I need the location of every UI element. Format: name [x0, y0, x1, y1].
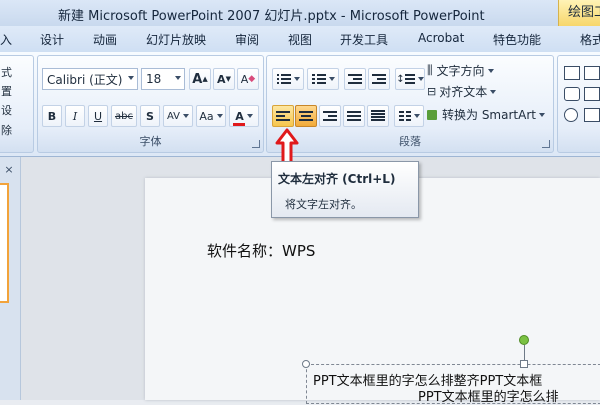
spacing-label: AV — [166, 110, 181, 122]
settings-button[interactable]: 设 — [1, 102, 12, 118]
increase-indent-icon[interactable] — [368, 68, 390, 90]
align-text-icon: ⊟ — [427, 85, 437, 98]
chevron-down-icon — [246, 114, 253, 118]
font-group-label: 字体 — [139, 135, 162, 148]
paragraph-group-label: 段落 — [399, 135, 421, 148]
tab-acrobat[interactable]: Acrobat — [418, 31, 464, 45]
smartart-icon — [427, 109, 437, 120]
close-icon[interactable]: × — [0, 163, 18, 176]
font-color-button[interactable]: A — [229, 105, 259, 127]
align-center-icon[interactable] — [295, 105, 317, 127]
tab-slideshow[interactable]: 幻灯片放映 — [146, 31, 206, 48]
chevron-down-icon — [175, 76, 181, 80]
font-color-bar — [233, 122, 246, 126]
strikethrough-button[interactable]: abc — [111, 105, 137, 127]
resize-handle-corner[interactable] — [302, 360, 310, 368]
font-size-dropdown[interactable]: 18 — [141, 68, 185, 90]
clear-format-label: A — [240, 72, 249, 86]
shrink-font-label: A — [217, 72, 226, 86]
align-text-label: 对齐文本 — [439, 85, 488, 99]
grow-font-label: A — [192, 71, 203, 87]
shapes-icon[interactable] — [564, 87, 580, 101]
tab-review[interactable]: 审阅 — [235, 31, 259, 48]
tab-format[interactable]: 格式 — [580, 31, 600, 48]
window-title: 新建 Microsoft PowerPoint 2007 幻灯片.pptx - … — [58, 9, 485, 24]
numbering-icon[interactable] — [307, 68, 339, 90]
tab-developer[interactable]: 开发工具 — [340, 31, 388, 48]
tab-insert[interactable]: 入 — [0, 31, 12, 48]
tab-design[interactable]: 设计 — [40, 31, 64, 48]
font-group: Calibri (正文) 18 A ▲ A ▼ A ◆ B I U abc S AV … — [37, 55, 264, 153]
layout-button[interactable]: 式 — [1, 64, 12, 80]
tooltip-description: 将文字左对齐。 — [285, 198, 362, 211]
clear-format-icon[interactable]: A ◆ — [237, 68, 259, 90]
font-name-value: Calibri (正文) — [47, 72, 123, 87]
ribbon: 式 置 设 除 Calibri (正文) 18 A ▲ A ▼ A ◆ B I U a… — [0, 52, 600, 157]
paragraph-group: ↕ ⫼ 文字方向 ⊟ 对齐文本 转换为 SmartArt 段落 — [266, 55, 554, 153]
chevron-down-icon — [216, 114, 223, 118]
columns-icon[interactable] — [394, 105, 424, 127]
distributed-icon[interactable] — [367, 105, 389, 127]
chevron-down-icon — [128, 76, 134, 80]
change-case-button[interactable]: Aa — [196, 105, 226, 127]
underline-button[interactable]: U — [88, 105, 108, 127]
slides-group: 式 置 设 除 — [0, 55, 34, 153]
tab-special-features[interactable]: 特色功能 — [493, 31, 541, 48]
grow-font-icon[interactable]: A ▲ — [189, 68, 211, 90]
dialog-launcher-icon[interactable] — [542, 140, 550, 148]
shapes-icon[interactable] — [584, 87, 600, 101]
textbox-line-2: PPT文本框里的字怎么排 — [418, 390, 559, 405]
delete-button[interactable]: 除 — [1, 122, 12, 138]
resize-handle-top[interactable] — [520, 360, 528, 368]
shapes-icon[interactable] — [584, 66, 600, 80]
chevron-down-icon — [183, 114, 190, 118]
text-direction-icon: ⫼ — [427, 63, 433, 77]
shadow-button[interactable]: S — [140, 105, 160, 127]
change-case-label: Aa — [199, 109, 214, 123]
drawing-tools-context-tab[interactable]: 绘图工 — [558, 0, 600, 26]
shapes-icon[interactable] — [564, 108, 578, 122]
shrink-font-icon[interactable]: A ▼ — [213, 68, 235, 90]
slide-text-software-name[interactable]: 软件名称：WPS — [207, 240, 315, 261]
tab-view[interactable]: 视图 — [288, 31, 312, 48]
slide-thumbnail[interactable] — [0, 183, 9, 303]
font-name-dropdown[interactable]: Calibri (正文) — [42, 68, 138, 90]
font-color-label: A — [235, 109, 244, 123]
italic-button[interactable]: I — [65, 105, 85, 127]
text-direction-label: 文字方向 — [436, 64, 485, 78]
bullets-icon[interactable] — [272, 68, 304, 90]
align-right-icon[interactable] — [319, 105, 341, 127]
align-text-button[interactable]: ⊟ 对齐文本 — [427, 83, 497, 100]
bold-button[interactable]: B — [42, 105, 62, 127]
ribbon-tab-bar: 入 设计 动画 幻灯片放映 审阅 视图 开发工具 Acrobat 特色功能 格式 — [0, 26, 600, 53]
rotate-handle-icon[interactable] — [519, 335, 529, 345]
justify-icon[interactable] — [343, 105, 365, 127]
tab-animations[interactable]: 动画 — [93, 31, 117, 48]
shapes-icon[interactable] — [584, 108, 600, 122]
convert-smartart-button[interactable]: 转换为 SmartArt — [427, 106, 545, 123]
tooltip-title: 文本左对齐 (Ctrl+L) — [278, 172, 396, 186]
drawing-group — [557, 55, 600, 153]
character-spacing-button[interactable]: AV — [163, 105, 193, 127]
shapes-icon[interactable] — [564, 66, 580, 80]
line-spacing-icon[interactable]: ↕ — [395, 68, 425, 90]
smartart-label: 转换为 SmartArt — [442, 108, 536, 122]
font-size-value: 18 — [146, 72, 162, 86]
text-direction-button[interactable]: ⫼ 文字方向 — [427, 62, 494, 79]
align-left-icon[interactable] — [272, 105, 294, 127]
decrease-indent-icon[interactable] — [344, 68, 366, 90]
reset-button[interactable]: 置 — [1, 83, 12, 99]
dialog-launcher-icon[interactable] — [252, 140, 260, 148]
